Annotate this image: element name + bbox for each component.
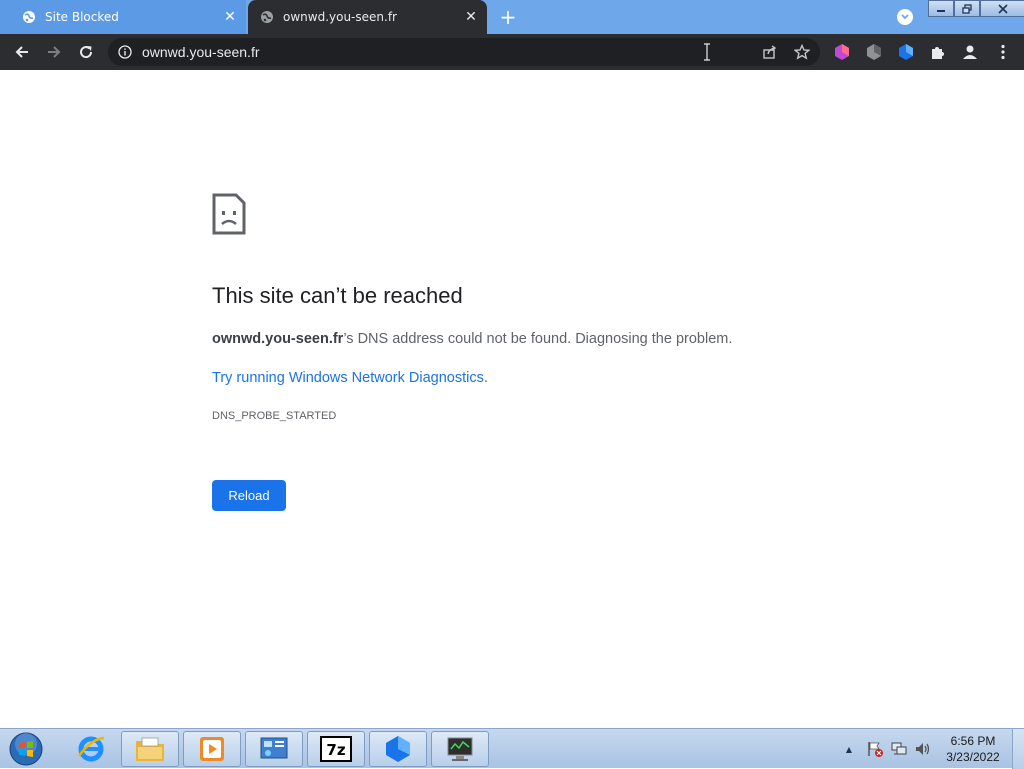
action-center-flag-icon[interactable]	[866, 740, 884, 758]
tab-search-icon[interactable]	[897, 9, 913, 25]
close-tab-icon[interactable]: ✕	[222, 9, 238, 25]
reload-button[interactable]: Reload	[212, 480, 286, 511]
extension-blue-icon[interactable]	[897, 43, 915, 61]
error-domain: ownwd.you-seen.fr	[212, 331, 344, 347]
error-message-text: ’s DNS address could not be found. Diagn…	[343, 331, 733, 347]
system-tray: ▲	[842, 729, 932, 769]
puzzle-icon[interactable]	[929, 43, 947, 61]
tab-title: ownwd.you-seen.fr	[283, 10, 397, 24]
tab-strip: Site Blocked ✕ ownwd.you-seen.fr ✕ +	[0, 0, 1024, 34]
extension-gray-icon[interactable]	[865, 43, 883, 61]
windows-orb-icon	[9, 732, 43, 766]
share-icon[interactable]	[762, 44, 778, 60]
profile-icon[interactable]	[961, 43, 979, 61]
info-icon[interactable]	[118, 45, 132, 59]
menu-kebab-icon[interactable]	[994, 43, 1012, 61]
system-clock[interactable]: 6:56 PM 3/23/2022	[940, 733, 1006, 765]
taskbar-file-explorer[interactable]	[121, 731, 179, 767]
restore-button[interactable]	[954, 0, 980, 17]
close-tab-icon[interactable]: ✕	[463, 9, 479, 25]
address-bar[interactable]: ownwd.you-seen.fr	[108, 38, 820, 66]
arrow-left-icon	[15, 46, 28, 58]
tab-title: Site Blocked	[45, 10, 119, 24]
new-tab-button[interactable]: +	[498, 7, 518, 27]
globe-icon	[22, 10, 36, 24]
media-player-icon	[200, 737, 224, 761]
error-message: ownwd.you-seen.fr’s DNS address could no…	[212, 331, 732, 347]
forward-button[interactable]	[42, 40, 66, 64]
taskbar-app-blue[interactable]	[369, 731, 427, 767]
close-window-button[interactable]	[980, 0, 1024, 17]
volume-icon[interactable]	[914, 740, 932, 758]
sad-page-icon	[212, 193, 246, 235]
diagnostics-link-row: Try running Windows Network Diagnostics.	[212, 370, 488, 386]
network-icon[interactable]	[890, 740, 908, 758]
refresh-icon	[80, 46, 93, 59]
taskbar-network-monitor[interactable]	[431, 731, 489, 767]
taskbar: 7z ▲ 6:56 PM 3/23/2022	[0, 728, 1024, 769]
text-cursor-icon	[704, 43, 710, 61]
url-text[interactable]: ownwd.you-seen.fr	[142, 44, 260, 60]
diagnostics-link-suffix: .	[483, 370, 488, 386]
extension-gradient-icon[interactable]	[833, 43, 851, 61]
back-button[interactable]	[10, 40, 34, 64]
tab-ownwd[interactable]: ownwd.you-seen.fr ✕	[248, 0, 487, 34]
taskbar-internet-explorer[interactable]	[62, 731, 120, 767]
start-button[interactable]	[6, 731, 46, 767]
page-content: This site can’t be reached ownwd.you-see…	[0, 70, 1024, 728]
error-title: This site can’t be reached	[212, 283, 463, 308]
7zip-icon: 7z	[320, 736, 352, 762]
taskbar-media-player[interactable]	[183, 731, 241, 767]
tab-site-blocked[interactable]: Site Blocked ✕	[0, 0, 246, 34]
globe-icon	[260, 10, 274, 24]
clock-date: 3/23/2022	[946, 750, 1000, 764]
taskbar-7zip[interactable]: 7z	[307, 731, 365, 767]
browser-toolbar: ownwd.you-seen.fr	[0, 34, 1024, 70]
diagnostics-link[interactable]: Try running Windows Network Diagnostics	[212, 370, 484, 386]
arrow-right-icon	[48, 46, 61, 58]
show-desktop-button[interactable]	[1012, 729, 1024, 769]
blue-hexagon-icon	[386, 736, 410, 762]
window-controls	[928, 0, 1024, 18]
minimize-button[interactable]	[928, 0, 954, 17]
monitor-icon	[447, 737, 473, 761]
folder-icon	[136, 737, 164, 761]
internet-explorer-icon	[77, 736, 105, 762]
taskbar-control-panel[interactable]	[245, 731, 303, 767]
svg-text:7z: 7z	[326, 741, 345, 759]
reload-toolbar-button[interactable]	[74, 40, 98, 64]
error-code: DNS_PROBE_STARTED	[212, 410, 337, 422]
bookmark-star-icon[interactable]	[794, 44, 810, 60]
tray-expand-arrow[interactable]: ▲	[842, 745, 856, 754]
clock-time: 6:56 PM	[950, 734, 996, 748]
control-panel-icon	[260, 737, 288, 759]
